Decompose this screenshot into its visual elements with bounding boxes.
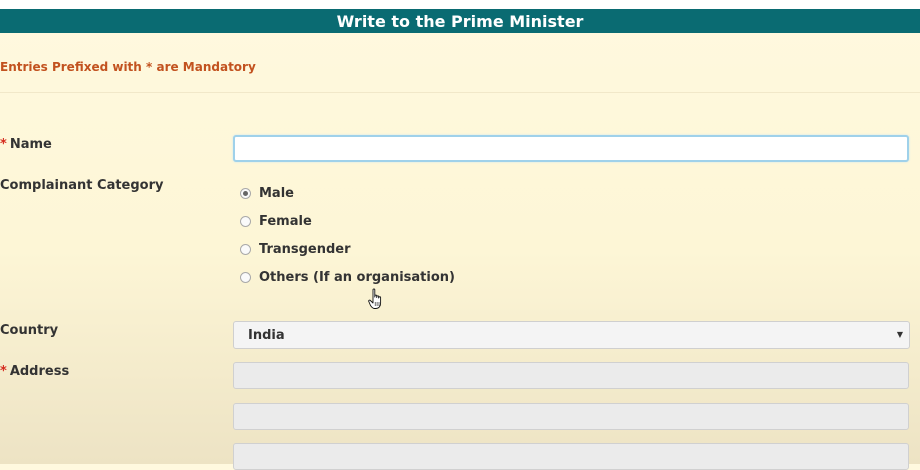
page-title-bar: Write to the Prime Minister [0, 9, 920, 33]
hand-pointer-icon [368, 288, 382, 309]
radio-female[interactable]: Female [240, 214, 312, 229]
country-selected-value: India [248, 327, 285, 343]
address-line3-input[interactable] [233, 443, 909, 470]
address-line2-input[interactable] [233, 403, 909, 430]
radio-transgender[interactable]: Transgender [240, 242, 351, 257]
name-label: * Name [0, 137, 52, 152]
radio-label-others: Others (If an organisation) [259, 270, 455, 285]
section-divider [0, 92, 920, 93]
radio-male[interactable]: Male [240, 186, 294, 201]
address-label: * Address [0, 364, 69, 379]
radio-label-male: Male [259, 186, 294, 201]
required-marker: * [0, 364, 7, 379]
country-label: Country [0, 323, 59, 338]
top-strip [0, 0, 920, 9]
required-marker: * [0, 137, 7, 152]
address-label-text: Address [9, 364, 70, 379]
radio-button[interactable] [240, 216, 251, 227]
address-line1-input[interactable] [233, 362, 909, 389]
complainant-category-label: Complainant Category [0, 178, 164, 193]
radio-button[interactable] [240, 272, 251, 283]
page-title: Write to the Prime Minister [336, 11, 584, 31]
radio-others[interactable]: Others (If an organisation) [240, 270, 455, 285]
mandatory-notice: Entries Prefixed with * are Mandatory [0, 60, 256, 74]
radio-label-transgender: Transgender [259, 242, 351, 257]
country-select[interactable]: India ▼ [233, 321, 910, 349]
radio-button[interactable] [240, 244, 251, 255]
name-input[interactable] [233, 135, 909, 162]
radio-label-female: Female [259, 214, 312, 229]
radio-button-selected[interactable] [240, 188, 251, 199]
caret-down-icon: ▼ [896, 330, 903, 339]
name-label-text: Name [9, 137, 52, 152]
